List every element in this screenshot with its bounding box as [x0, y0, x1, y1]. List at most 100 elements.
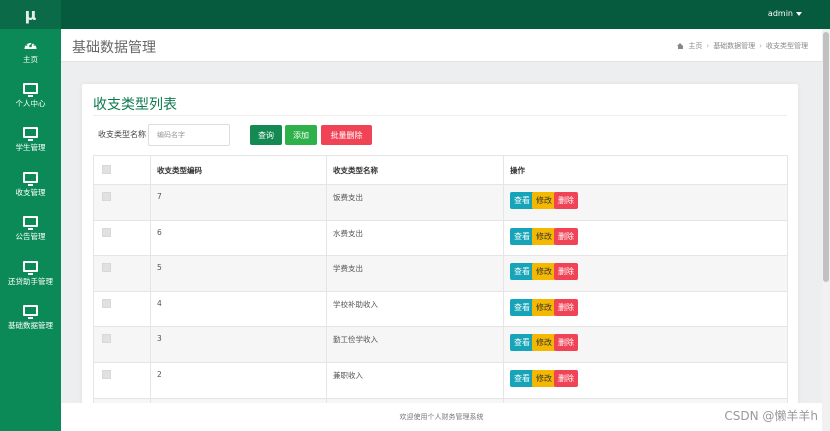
row-select-cell	[93, 326, 151, 363]
breadcrumb-current: 收支类型管理	[766, 42, 808, 50]
cell-actions: 查看 修改 删除	[503, 184, 788, 221]
row-checkbox[interactable]	[102, 298, 111, 308]
table-row: 3 勤工俭学收入 查看 修改 删除	[93, 326, 788, 363]
cell-code: 2	[150, 361, 327, 399]
sidebar-item-label: 学生管理	[15, 143, 46, 153]
row-select-cell	[93, 219, 151, 257]
table-row: 5 学费支出 查看 修改 删除	[93, 255, 788, 292]
breadcrumb-separator: ›	[759, 42, 762, 50]
table-row: 4 学校补助收入 查看 修改 删除	[93, 290, 788, 328]
sidebar-item-basic-data[interactable]: 基础数据管理	[0, 296, 61, 341]
sidebar-item-label: 收支管理	[15, 187, 46, 197]
delete-button[interactable]: 删除	[554, 227, 578, 245]
row-checkbox[interactable]	[102, 227, 111, 237]
delete-button[interactable]: 删除	[554, 298, 578, 316]
monitor-icon	[23, 82, 38, 97]
cell-name: 水费支出	[326, 219, 504, 257]
breadcrumb-separator: ›	[706, 42, 710, 50]
dashboard-icon	[23, 38, 38, 50]
view-button[interactable]: 查看	[510, 369, 534, 387]
view-button[interactable]: 查看	[510, 192, 534, 209]
view-button[interactable]: 查看	[510, 334, 534, 352]
sidebar-item-label: 主页	[23, 54, 38, 64]
monitor-icon	[23, 305, 38, 320]
breadcrumb-home[interactable]: 主页	[688, 41, 702, 51]
edit-button[interactable]: 修改	[532, 334, 556, 352]
cell-name: 勤工俭学收入	[326, 326, 504, 363]
sidebar-item-income-expense[interactable]: 收支管理	[0, 163, 61, 208]
search-label: 收支类型名称	[98, 130, 146, 139]
monitor-icon	[23, 171, 38, 186]
sidebar-item-label: 个人中心	[15, 98, 46, 108]
sidebar-item-label: 基础数据管理	[8, 321, 53, 331]
scrollbar-thumb[interactable]	[823, 32, 829, 282]
breadcrumb: 主页 › 基础数据管理 › 收支类型管理	[677, 41, 808, 51]
home-icon	[677, 43, 684, 49]
footer: 欢迎使用个人财务管理系统	[61, 403, 822, 431]
page-header: 基础数据管理 主页 › 基础数据管理 › 收支类型管理	[61, 29, 822, 62]
row-checkbox[interactable]	[102, 263, 111, 273]
column-header-name: 收支类型名称	[326, 155, 504, 185]
row-select-cell	[93, 184, 151, 221]
sidebar-item-announcements[interactable]: 公告管理	[0, 207, 61, 252]
row-select-cell	[93, 255, 151, 292]
user-menu[interactable]: admin	[768, 9, 802, 18]
edit-button[interactable]: 修改	[532, 369, 556, 387]
sidebar: 主页 个人中心 学生管理 收支管理 公告管理 还贷助手管理 基础数据管理	[0, 29, 61, 431]
cell-code: 6	[150, 219, 327, 257]
cell-name: 饭费支出	[326, 184, 504, 221]
divider	[93, 115, 787, 116]
add-button[interactable]: 添加	[285, 125, 317, 145]
sidebar-item-profile[interactable]: 个人中心	[0, 74, 61, 119]
cell-code: 7	[150, 184, 327, 221]
delete-button[interactable]: 删除	[554, 334, 578, 352]
sidebar-item-label: 公告管理	[15, 232, 46, 242]
edit-button[interactable]: 修改	[532, 192, 556, 209]
edit-button[interactable]: 修改	[532, 298, 556, 316]
query-button[interactable]: 查询	[250, 125, 282, 145]
income-type-list-card: 收支类型列表 收支类型名称 查询 添加 批量删除 收支类型编码 收支类型名称 操…	[82, 84, 798, 414]
cell-code: 5	[150, 255, 327, 292]
cell-actions: 查看 修改 删除	[503, 219, 788, 257]
column-header-actions: 操作	[503, 155, 788, 185]
cell-actions: 查看 修改 删除	[503, 255, 788, 292]
sidebar-item-loan-assistant[interactable]: 还贷助手管理	[0, 252, 61, 297]
row-checkbox[interactable]	[102, 334, 111, 344]
row-select-cell	[93, 361, 151, 399]
delete-button[interactable]: 删除	[554, 192, 578, 209]
row-checkbox[interactable]	[102, 192, 111, 201]
edit-button[interactable]: 修改	[532, 227, 556, 245]
top-navbar: μ admin	[0, 0, 830, 29]
table-header-row: 收支类型编码 收支类型名称 操作	[93, 155, 788, 185]
row-select-cell	[93, 290, 151, 328]
income-type-table: 收支类型编码 收支类型名称 操作 7 饭费支出 查看 修改 删除 6 水费支出 查看…	[93, 155, 788, 414]
row-checkbox[interactable]	[102, 369, 111, 379]
page-scrollbar[interactable]	[822, 29, 830, 431]
page-title: 基础数据管理	[72, 40, 156, 56]
monitor-icon	[23, 260, 38, 275]
view-button[interactable]: 查看	[510, 227, 534, 245]
delete-button[interactable]: 删除	[554, 369, 578, 387]
cell-name: 学校补助收入	[326, 290, 504, 328]
app-logo[interactable]: μ	[0, 0, 61, 29]
delete-button[interactable]: 删除	[554, 263, 578, 281]
cell-name: 兼职收入	[326, 361, 504, 399]
view-button[interactable]: 查看	[510, 263, 534, 281]
select-all-checkbox[interactable]	[102, 165, 111, 174]
table-row: 2 兼职收入 查看 修改 删除	[93, 361, 788, 399]
csdn-watermark: CSDN @懒羊羊h	[724, 409, 818, 423]
select-all-header	[93, 155, 151, 185]
sidebar-item-students[interactable]: 学生管理	[0, 118, 61, 163]
edit-button[interactable]: 修改	[532, 263, 556, 281]
table-row: 7 饭费支出 查看 修改 删除	[93, 184, 788, 221]
cell-actions: 查看 修改 删除	[503, 361, 788, 399]
breadcrumb-basic-data[interactable]: 基础数据管理	[713, 41, 755, 51]
sidebar-item-home[interactable]: 主页	[0, 29, 61, 74]
cell-code: 3	[150, 326, 327, 363]
batch-delete-button[interactable]: 批量删除	[321, 125, 372, 145]
cell-code: 4	[150, 290, 327, 328]
search-input[interactable]	[148, 124, 230, 146]
cell-actions: 查看 修改 删除	[503, 326, 788, 363]
view-button[interactable]: 查看	[510, 298, 534, 316]
cell-name: 学费支出	[326, 255, 504, 292]
